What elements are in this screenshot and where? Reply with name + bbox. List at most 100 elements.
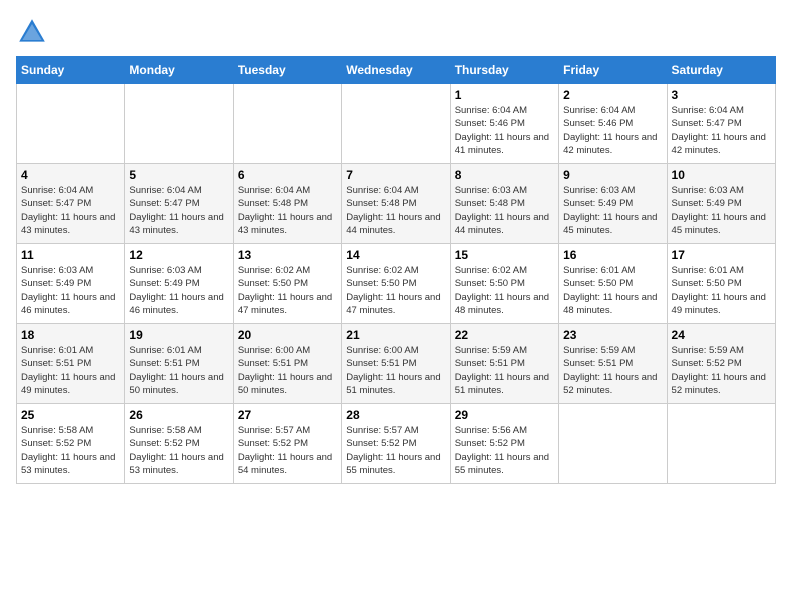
day-cell: 8Sunrise: 6:03 AM Sunset: 5:48 PM Daylig…: [450, 164, 558, 244]
day-cell: 29 Sunrise: 5:56 AM Sunset: 5:52 PM Dayli…: [450, 404, 558, 484]
week-row-4: 18 Sunrise: 6:01 AM Sunset: 5:51 PM Dayli…: [17, 324, 776, 404]
day-info: Sunrise: 6:01 AM Sunset: 5:51 PM Dayligh…: [129, 344, 228, 397]
day-number: 17: [672, 248, 771, 262]
day-number: 18: [21, 328, 120, 342]
day-cell: 21 Sunrise: 6:00 AM Sunset: 5:51 PM Dayli…: [342, 324, 450, 404]
day-cell: 17 Sunrise: 6:01 AM Sunset: 5:50 PM Dayli…: [667, 244, 775, 324]
day-cell: 27 Sunrise: 5:57 AM Sunset: 5:52 PM Dayli…: [233, 404, 341, 484]
day-cell: 20Sunrise: 6:00 AM Sunset: 5:51 PM Dayli…: [233, 324, 341, 404]
day-cell: 3 Sunrise: 6:04 AM Sunset: 5:47 PM Daylig…: [667, 84, 775, 164]
day-cell: 10 Sunrise: 6:03 AM Sunset: 5:49 PM Dayli…: [667, 164, 775, 244]
day-number: 7: [346, 168, 445, 182]
day-number: 29: [455, 408, 554, 422]
day-number: 2: [563, 88, 662, 102]
day-info: Sunrise: 6:04 AM Sunset: 5:48 PM Dayligh…: [238, 184, 337, 237]
day-info: Sunrise: 6:00 AM Sunset: 5:51 PM Dayligh…: [346, 344, 445, 397]
day-info: Sunrise: 5:56 AM Sunset: 5:52 PM Dayligh…: [455, 424, 554, 477]
calendar-table: SundayMondayTuesdayWednesdayThursdayFrid…: [16, 56, 776, 484]
day-number: 9: [563, 168, 662, 182]
day-number: 11: [21, 248, 120, 262]
day-header-sunday: Sunday: [17, 57, 125, 84]
day-cell: 12Sunrise: 6:03 AM Sunset: 5:49 PM Dayli…: [125, 244, 233, 324]
day-info: Sunrise: 5:59 AM Sunset: 5:52 PM Dayligh…: [672, 344, 771, 397]
day-number: 19: [129, 328, 228, 342]
day-cell: 25Sunrise: 5:58 AM Sunset: 5:52 PM Dayli…: [17, 404, 125, 484]
day-number: 22: [455, 328, 554, 342]
day-cell: 16 Sunrise: 6:01 AM Sunset: 5:50 PM Dayli…: [559, 244, 667, 324]
day-info: Sunrise: 5:59 AM Sunset: 5:51 PM Dayligh…: [563, 344, 662, 397]
day-cell: 19 Sunrise: 6:01 AM Sunset: 5:51 PM Dayli…: [125, 324, 233, 404]
day-header-tuesday: Tuesday: [233, 57, 341, 84]
day-number: 6: [238, 168, 337, 182]
day-info: Sunrise: 6:04 AM Sunset: 5:47 PM Dayligh…: [21, 184, 120, 237]
day-cell: [125, 84, 233, 164]
day-number: 16: [563, 248, 662, 262]
day-info: Sunrise: 5:58 AM Sunset: 5:52 PM Dayligh…: [129, 424, 228, 477]
day-info: Sunrise: 6:04 AM Sunset: 5:48 PM Dayligh…: [346, 184, 445, 237]
day-header-wednesday: Wednesday: [342, 57, 450, 84]
day-info: Sunrise: 5:59 AM Sunset: 5:51 PM Dayligh…: [455, 344, 554, 397]
logo: [16, 16, 52, 48]
day-cell: 23 Sunrise: 5:59 AM Sunset: 5:51 PM Dayli…: [559, 324, 667, 404]
day-number: 21: [346, 328, 445, 342]
day-cell: 7 Sunrise: 6:04 AM Sunset: 5:48 PM Daylig…: [342, 164, 450, 244]
header-row: SundayMondayTuesdayWednesdayThursdayFrid…: [17, 57, 776, 84]
day-info: Sunrise: 6:01 AM Sunset: 5:51 PM Dayligh…: [21, 344, 120, 397]
day-cell: 4 Sunrise: 6:04 AM Sunset: 5:47 PM Daylig…: [17, 164, 125, 244]
header: [16, 16, 776, 48]
day-header-friday: Friday: [559, 57, 667, 84]
day-info: Sunrise: 6:02 AM Sunset: 5:50 PM Dayligh…: [346, 264, 445, 317]
day-cell: 5Sunrise: 6:04 AM Sunset: 5:47 PM Daylig…: [125, 164, 233, 244]
week-row-3: 11 Sunrise: 6:03 AM Sunset: 5:49 PM Dayli…: [17, 244, 776, 324]
logo-icon: [16, 16, 48, 48]
day-cell: [17, 84, 125, 164]
week-row-5: 25 Sunrise: 5:58 AM Sunset: 5:52 PM Dayli…: [17, 404, 776, 484]
day-cell: [233, 84, 341, 164]
day-info: Sunrise: 5:57 AM Sunset: 5:52 PM Dayligh…: [346, 424, 445, 477]
day-info: Sunrise: 6:02 AM Sunset: 5:50 PM Dayligh…: [455, 264, 554, 317]
day-header-saturday: Saturday: [667, 57, 775, 84]
day-number: 27: [238, 408, 337, 422]
day-cell: [559, 404, 667, 484]
day-info: Sunrise: 6:03 AM Sunset: 5:49 PM Dayligh…: [129, 264, 228, 317]
day-info: Sunrise: 6:03 AM Sunset: 5:49 PM Dayligh…: [563, 184, 662, 237]
day-header-thursday: Thursday: [450, 57, 558, 84]
day-cell: 15Sunrise: 6:02 AM Sunset: 5:50 PM Dayli…: [450, 244, 558, 324]
day-number: 24: [672, 328, 771, 342]
day-cell: 11 Sunrise: 6:03 AM Sunset: 5:49 PM Dayli…: [17, 244, 125, 324]
day-info: Sunrise: 6:01 AM Sunset: 5:50 PM Dayligh…: [672, 264, 771, 317]
day-cell: 1Sunrise: 6:04 AM Sunset: 5:46 PM Daylig…: [450, 84, 558, 164]
day-info: Sunrise: 5:57 AM Sunset: 5:52 PM Dayligh…: [238, 424, 337, 477]
day-number: 4: [21, 168, 120, 182]
day-info: Sunrise: 6:01 AM Sunset: 5:50 PM Dayligh…: [563, 264, 662, 317]
day-cell: 22 Sunrise: 5:59 AM Sunset: 5:51 PM Dayli…: [450, 324, 558, 404]
day-cell: 18 Sunrise: 6:01 AM Sunset: 5:51 PM Dayli…: [17, 324, 125, 404]
day-number: 3: [672, 88, 771, 102]
day-info: Sunrise: 6:02 AM Sunset: 5:50 PM Dayligh…: [238, 264, 337, 317]
week-row-1: 1Sunrise: 6:04 AM Sunset: 5:46 PM Daylig…: [17, 84, 776, 164]
day-number: 14: [346, 248, 445, 262]
day-cell: 13 Sunrise: 6:02 AM Sunset: 5:50 PM Dayli…: [233, 244, 341, 324]
week-row-2: 4 Sunrise: 6:04 AM Sunset: 5:47 PM Daylig…: [17, 164, 776, 244]
day-info: Sunrise: 6:03 AM Sunset: 5:49 PM Dayligh…: [672, 184, 771, 237]
day-number: 25: [21, 408, 120, 422]
day-cell: 2 Sunrise: 6:04 AM Sunset: 5:46 PM Daylig…: [559, 84, 667, 164]
day-cell: [667, 404, 775, 484]
day-info: Sunrise: 6:04 AM Sunset: 5:46 PM Dayligh…: [455, 104, 554, 157]
day-cell: 6 Sunrise: 6:04 AM Sunset: 5:48 PM Daylig…: [233, 164, 341, 244]
day-cell: [342, 84, 450, 164]
day-number: 10: [672, 168, 771, 182]
day-cell: 14 Sunrise: 6:02 AM Sunset: 5:50 PM Dayli…: [342, 244, 450, 324]
day-info: Sunrise: 6:03 AM Sunset: 5:49 PM Dayligh…: [21, 264, 120, 317]
day-info: Sunrise: 6:04 AM Sunset: 5:47 PM Dayligh…: [672, 104, 771, 157]
day-info: Sunrise: 6:00 AM Sunset: 5:51 PM Dayligh…: [238, 344, 337, 397]
day-number: 13: [238, 248, 337, 262]
day-header-monday: Monday: [125, 57, 233, 84]
day-info: Sunrise: 6:04 AM Sunset: 5:46 PM Dayligh…: [563, 104, 662, 157]
day-number: 8: [455, 168, 554, 182]
day-info: Sunrise: 6:04 AM Sunset: 5:47 PM Dayligh…: [129, 184, 228, 237]
day-cell: 26Sunrise: 5:58 AM Sunset: 5:52 PM Dayli…: [125, 404, 233, 484]
day-cell: 24 Sunrise: 5:59 AM Sunset: 5:52 PM Dayli…: [667, 324, 775, 404]
day-cell: 9 Sunrise: 6:03 AM Sunset: 5:49 PM Daylig…: [559, 164, 667, 244]
day-number: 23: [563, 328, 662, 342]
